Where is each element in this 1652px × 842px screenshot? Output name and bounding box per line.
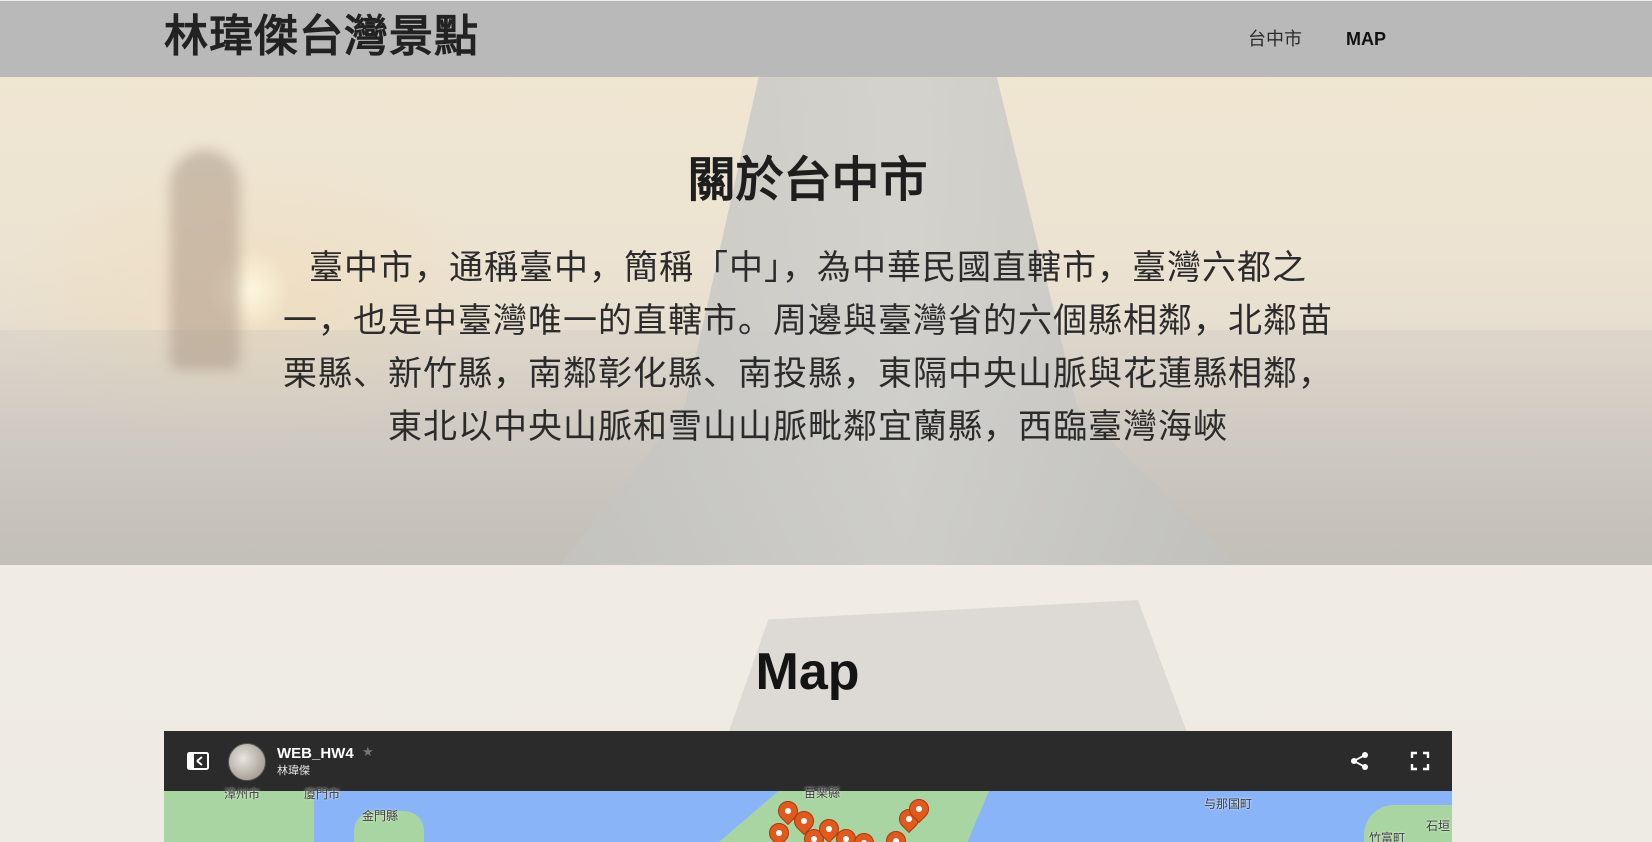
map-title: Map (755, 643, 860, 701)
share-icon[interactable] (1344, 745, 1376, 777)
avatar (228, 743, 266, 781)
place-label-yonaguni: 与那国町 (1204, 797, 1253, 811)
about-title: 關於台中市 (687, 152, 928, 208)
place-label-miaoli: 苗栗縣 (804, 786, 841, 800)
navbar: 林瑋傑台灣景點 台中市 MAP (0, 0, 1652, 77)
about-text: 臺中市，通稱臺中，簡稱「中」，為中華民國直轄市，臺灣六都之一，也是中臺灣唯一的直… (283, 248, 1333, 447)
nav-link-taichung[interactable]: 台中市 (1248, 27, 1302, 51)
site-brand[interactable]: 林瑋傑台灣景點 (164, 11, 479, 63)
map-header: WEB_HW4 ★ 林瑋傑 (164, 731, 1452, 791)
map-name[interactable]: WEB_HW4 (277, 745, 354, 763)
place-label-ishigaki: 石垣 (1426, 819, 1451, 833)
star-icon[interactable]: ★ (362, 744, 374, 762)
map-area[interactable]: 漳州市 廈門市 金門縣 苗栗縣 与那国町 竹富町 石垣 (164, 786, 1452, 842)
fullscreen-icon[interactable] (1404, 745, 1436, 777)
place-label-xiamen: 廈門市 (304, 787, 341, 801)
map-embed[interactable]: WEB_HW4 ★ 林瑋傑 漳州市 廈門市 金門縣 苗栗縣 与那国町 竹富町 石… (164, 731, 1452, 842)
place-label-taketomi: 竹富町 (1369, 831, 1406, 842)
nav-link-map[interactable]: MAP (1346, 27, 1386, 51)
place-label-kinmen: 金門縣 (362, 809, 399, 823)
map-author: 林瑋傑 (277, 764, 310, 777)
place-label-zhangzhou: 漳州市 (224, 787, 261, 801)
side-panel-icon[interactable] (182, 745, 214, 777)
